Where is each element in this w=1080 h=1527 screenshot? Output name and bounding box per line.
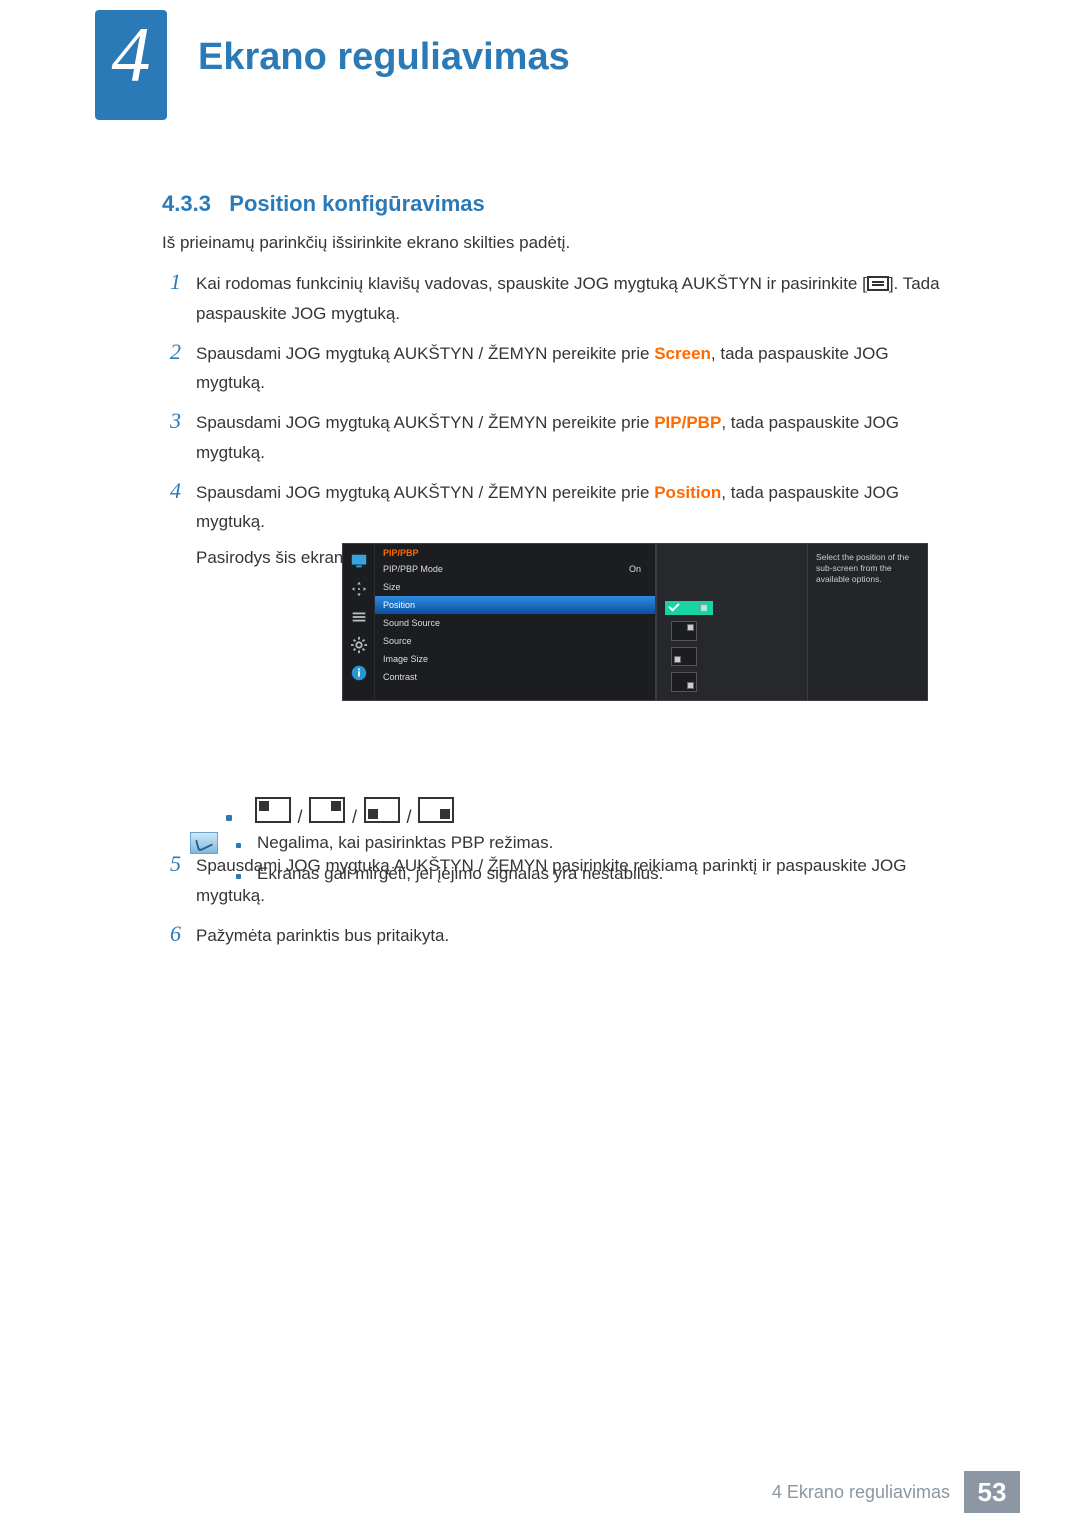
note-icon [190,832,218,854]
separator: / [352,807,357,827]
bullet-icon [236,843,241,848]
step-3-highlight: PIP/PBP [654,413,721,432]
position-icon-bottom-left [671,647,697,667]
bullet-icon [226,815,232,821]
osd-title: PIP/PBP [375,544,655,560]
bullet-icon [236,874,241,879]
step-4-pre: Spausdami JOG mygtuką AUKŠTYN / ŽEMYN pe… [196,483,654,502]
step-number: 2 [170,339,196,399]
osd-item-label: Contrast [383,672,417,682]
step-number: 3 [170,408,196,468]
osd-icon-sidebar [343,544,375,700]
step-6-text: Pažymėta parinktis bus pritaikyta. [196,921,950,951]
position-top-right-icon [309,797,345,823]
separator: / [406,807,411,827]
osd-item-mode: PIP/PBP Mode On [375,560,655,578]
osd-description-text: Select the position of the sub-screen fr… [816,552,919,585]
note-list: Negalima, kai pasirinktas PBP režimas. E… [236,828,663,889]
gear-icon [350,636,368,654]
info-icon [350,664,368,682]
osd-item-label: Sound Source [383,618,440,628]
step-6: 6 Pažymėta parinktis bus pritaikyta. [170,921,950,951]
position-selected-row [665,601,799,615]
move-arrows-icon [350,580,368,598]
osd-item-sound-source: Sound Source [375,614,655,632]
page-footer: 4 Ekrano reguliavimas 53 [772,1471,1020,1513]
section-intro: Iš prieinamų parinkčių išsirinkite ekran… [162,233,570,253]
osd-item-value: On [629,564,641,574]
footer-page-number: 53 [964,1471,1020,1513]
section-number: 4.3.3 [162,191,211,216]
osd-item-image-size: Image Size [375,650,655,668]
step-4-highlight: Position [654,483,721,502]
list-icon [350,608,368,626]
position-top-left-icon [255,797,291,823]
osd-item-source: Source [375,632,655,650]
osd-item-label: PIP/PBP Mode [383,564,443,574]
osd-item-label: Source [383,636,412,646]
menu-icon [867,276,889,291]
monitor-icon [350,552,368,570]
position-bottom-left-icon [364,797,400,823]
osd-item-position-selected: Position [375,596,655,614]
osd-menu-list: PIP/PBP PIP/PBP Mode On Size Position So… [375,544,655,700]
step-1: 1 Kai rodomas funkcinių klavišų vadovas,… [170,269,950,329]
step-number: 6 [170,921,196,951]
step-2-pre: Spausdami JOG mygtuką AUKŠTYN / ŽEMYN pe… [196,344,654,363]
osd-item-label: Image Size [383,654,428,664]
section-title: Position konfigūravimas [229,191,485,216]
position-icon-bottom-right [671,672,697,692]
osd-item-label: Position [383,600,415,610]
footer-chapter-text: 4 Ekrano reguliavimas [772,1482,950,1503]
chapter-title: Ekrano reguliavimas [198,36,570,79]
position-icon-top-right [671,621,697,641]
osd-menu-panel: PIP/PBP PIP/PBP Mode On Size Position So… [342,543,656,701]
step-2: 2 Spausdami JOG mygtuką AUKŠTYN / ŽEMYN … [170,339,950,399]
osd-description-panel: Select the position of the sub-screen fr… [807,544,927,700]
step-3-pre: Spausdami JOG mygtuką AUKŠTYN / ŽEMYN pe… [196,413,654,432]
step-number: 1 [170,269,196,329]
osd-position-preview [657,544,807,700]
note-item: Negalima, kai pasirinktas PBP režimas. [236,828,663,859]
note-text: Negalima, kai pasirinktas PBP režimas. [257,828,553,859]
step-3: 3 Spausdami JOG mygtuką AUKŠTYN / ŽEMYN … [170,408,950,468]
step-1-text-pre: Kai rodomas funkcinių klavišų vadovas, s… [196,274,867,293]
osd-item-size: Size [375,578,655,596]
note-block: Negalima, kai pasirinktas PBP režimas. E… [190,828,950,889]
osd-item-label: Size [383,582,401,592]
chapter-number-tab: 4 [95,10,167,120]
osd-item-contrast: Contrast [375,668,655,686]
step-2-highlight: Screen [654,344,711,363]
osd-preview-panel: Select the position of the sub-screen fr… [656,543,928,701]
section-heading: 4.3.3 Position konfigūravimas [162,191,485,217]
step-number: 4 [170,478,196,842]
separator: / [297,807,302,827]
note-text: Ekranas gali mirgėti, jei įėjimo signala… [257,859,663,890]
position-selected-indicator [665,601,713,615]
position-bottom-right-icon [418,797,454,823]
note-item: Ekranas gali mirgėti, jei įėjimo signala… [236,859,663,890]
